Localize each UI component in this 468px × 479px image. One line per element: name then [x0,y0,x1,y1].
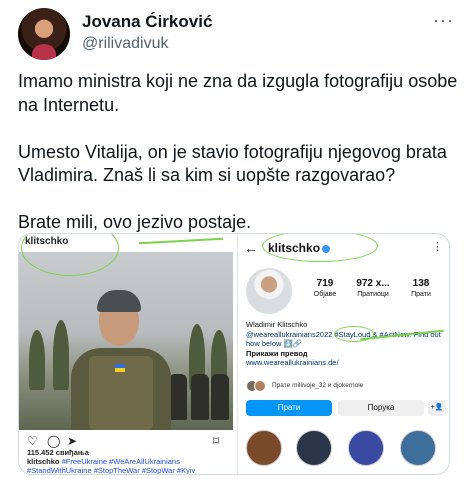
stat-label: Прати [411,291,431,298]
bio-website-link[interactable]: www.weareallukrainians.de/ [246,358,446,368]
follow-button[interactable]: Прати [246,400,332,416]
stat-followers[interactable]: 972 х... Пратиоци [350,278,396,298]
stat-following[interactable]: 138 Прати [398,278,444,298]
stat-value: 972 х... [356,278,390,289]
stat-label: Пратиоци [357,291,389,298]
comment-icon[interactable]: ◯ [47,434,60,448]
likes-count: 115.452 свиђања [27,448,89,457]
bookmark-icon[interactable]: ⌑ [213,434,219,448]
back-arrow-icon[interactable]: ← [244,240,258,256]
author-avatar[interactable] [18,8,70,60]
tweet-text: Imamo ministra koji ne zna da izgugla fo… [18,70,458,258]
knit-hat [97,290,141,312]
klitschko-photo [19,252,233,430]
stat-value: 719 [316,278,334,289]
background-soldier [191,374,209,420]
profile-more-icon[interactable]: ⋮ [432,240,443,253]
highlight-circle [262,234,378,262]
author-handle[interactable]: @rilivadivuk [82,35,168,53]
story-highlight[interactable] [246,430,282,466]
post-action-bar: ♡ ◯ ➤ ⌑ [27,434,227,448]
stat-posts[interactable]: 719 Објаве [302,278,348,298]
tweet-paragraph-3: Brate mili, ovo jezivo postaje. [18,212,252,232]
tweet-header: Jovana Ćirković @rilivadivuk ··· [18,8,458,60]
heart-icon[interactable]: ♡ [27,434,38,448]
add-person-icon[interactable]: +👤 [428,400,446,416]
caption-username: klitschko [27,457,60,466]
more-options-icon[interactable]: ··· [433,10,454,31]
highlight-circle [334,326,374,342]
story-highlight[interactable] [348,430,384,466]
post-caption: klitschko #FreeUkraine #WeAreAllUkrainia… [27,457,231,474]
story-highlight[interactable] [400,430,436,466]
followed-by-text: Прате millivoje_32 и djokernole [272,382,364,389]
highlight-arrow [139,237,223,245]
profile-avatar[interactable] [246,268,292,314]
tweet-paragraph-2: Umesto Vitalija, on je stavio fotografij… [18,141,447,186]
tweet-media-image[interactable]: klitschko ♡ ◯ ➤ ⌑ 115.452 свиђања klitsc… [18,233,450,475]
instagram-post-screenshot: klitschko ♡ ◯ ➤ ⌑ 115.452 свиђања klitsc… [19,234,233,474]
share-icon[interactable]: ➤ [67,434,77,448]
followed-by: Прате millivoje_32 и djokernole [246,380,446,394]
follower-avatar [254,380,266,392]
message-button[interactable]: Порука [338,400,424,416]
stat-value: 138 [412,278,430,289]
tweet-paragraph-1: Imamo ministra koji ne zna da izgugla fo… [18,71,458,115]
background-soldier [169,374,187,420]
show-translation-link[interactable]: Прикажи превод [246,349,446,359]
ukraine-flag-patch [115,364,125,372]
instagram-profile-screenshot: ← klitschko ⋮ 719 Објаве 972 х... Пратио… [237,234,449,474]
story-highlight[interactable] [296,430,332,466]
background-tree [53,320,69,390]
background-soldier [211,374,229,420]
author-name[interactable]: Jovana Ćirković [82,12,212,32]
stat-label: Објаве [313,291,337,298]
background-tree [29,330,45,390]
